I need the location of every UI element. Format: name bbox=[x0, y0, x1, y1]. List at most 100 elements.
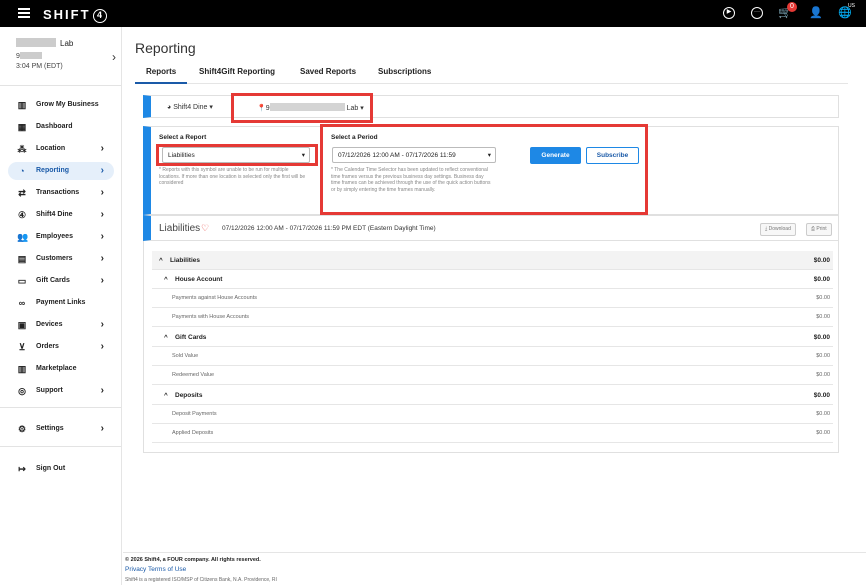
tab-divider bbox=[135, 83, 848, 84]
nav-support[interactable]: ◎ Support › bbox=[8, 382, 114, 400]
privacy-link[interactable]: Privacy bbox=[125, 566, 146, 573]
chevron-right-icon: › bbox=[100, 253, 104, 264]
tab-reports[interactable]: Reports bbox=[146, 67, 176, 76]
hamburger-menu-icon[interactable] bbox=[18, 8, 30, 18]
nav-settings[interactable]: ⚙ Settings › bbox=[8, 420, 114, 438]
table-row[interactable]: ^ Gift Cards $0.00 bbox=[152, 328, 833, 347]
store-time: 3:04 PM (EDT) bbox=[16, 63, 63, 70]
printer-icon: ⎙ bbox=[811, 226, 816, 232]
nav-customers[interactable]: ▤ Customers › bbox=[8, 250, 114, 268]
dine-icon: ④ bbox=[17, 210, 27, 220]
chevron-right-icon[interactable]: › bbox=[112, 50, 116, 64]
chat-icon[interactable]: ··· bbox=[751, 7, 763, 19]
print-button[interactable]: ⎙ Print bbox=[806, 223, 832, 236]
collapse-icon[interactable]: ^ bbox=[164, 392, 168, 399]
table-row[interactable]: ^ House Account $0.00 bbox=[152, 270, 833, 289]
registration-text: Shift4 is a registered ISO/MSP of Citize… bbox=[125, 577, 277, 583]
terms-link[interactable]: Terms of Use bbox=[148, 566, 186, 573]
copyright-text: © 2026 Shift4, a FOUR company. All right… bbox=[125, 557, 261, 563]
table-row[interactable]: ^ Liabilities $0.00 bbox=[152, 251, 833, 270]
dine-dropdown[interactable]: ◕ Shift4 Dine ▾ bbox=[167, 103, 213, 111]
table-row: Payments with House Accounts $0.00 bbox=[152, 308, 833, 327]
nav-grow-my-business[interactable]: ▥ Grow My Business bbox=[8, 96, 114, 114]
gift-card-icon: ▭ bbox=[17, 276, 27, 286]
nav-marketplace[interactable]: ▥ Marketplace bbox=[8, 360, 114, 378]
network-icon: ⁂ bbox=[17, 144, 27, 154]
devices-icon: ▣ bbox=[17, 320, 27, 330]
chevron-right-icon: › bbox=[100, 187, 104, 198]
result-date-range: 07/12/2026 12:00 AM - 07/17/2026 11:59 P… bbox=[222, 225, 436, 232]
top-bar: SHIFT 4 ▶ ··· 🛒 0 👤 🌐 US bbox=[0, 0, 866, 27]
select-report-label: Select a Report bbox=[159, 134, 207, 141]
report-note: * Reports with this symbol are unable to… bbox=[159, 167, 306, 186]
people-icon: 👥 bbox=[17, 232, 29, 242]
table-row: Payments against House Accounts $0.00 bbox=[152, 289, 833, 308]
play-icon[interactable]: ▶ bbox=[723, 7, 735, 19]
shift4-logo[interactable]: SHIFT 4 bbox=[43, 7, 107, 23]
chart-icon: ▥ bbox=[17, 100, 27, 110]
chevron-right-icon: › bbox=[100, 319, 104, 330]
divider bbox=[0, 446, 121, 447]
store-selector[interactable]: Lab 9 3:04 PM (EDT) › bbox=[16, 38, 116, 70]
chevron-right-icon: › bbox=[100, 165, 104, 176]
chevron-right-icon: › bbox=[100, 231, 104, 242]
nav-reporting[interactable]: ◔ Reporting › bbox=[8, 162, 114, 180]
table-row: Redeemed Value $0.00 bbox=[152, 366, 833, 385]
nav-orders[interactable]: ⊻ Orders › bbox=[8, 338, 114, 356]
chevron-right-icon: › bbox=[100, 275, 104, 286]
nav-employees[interactable]: 👥 Employees › bbox=[8, 228, 114, 246]
caret-down-icon: ▾ bbox=[209, 104, 213, 111]
download-button[interactable]: ⤓ Download bbox=[760, 223, 796, 236]
reporting-icon: ◔ bbox=[19, 166, 25, 176]
liabilities-table: ^ Liabilities $0.00 ^ House Account $0.00 Pa… bbox=[143, 241, 839, 453]
sidebar: Lab 9 3:04 PM (EDT) › ▥ Grow My Business … bbox=[0, 27, 122, 585]
nav-dashboard[interactable]: ▦ Dashboard bbox=[8, 118, 114, 136]
tab-shift4gift-reporting[interactable]: Shift4Gift Reporting bbox=[199, 67, 275, 76]
nav-devices[interactable]: ▣ Devices › bbox=[8, 316, 114, 334]
download-icon: ⤓ bbox=[765, 226, 768, 232]
nav-transactions[interactable]: ⇄ Transactions › bbox=[8, 184, 114, 202]
main-content: Reporting Reports Shift4Gift Reporting S… bbox=[123, 27, 866, 585]
result-title: Liabilities bbox=[159, 223, 201, 234]
favorite-heart-icon[interactable]: ♡ bbox=[201, 223, 209, 234]
grid-icon: ▦ bbox=[17, 122, 27, 132]
nav-gift-cards[interactable]: ▭ Gift Cards › bbox=[8, 272, 114, 290]
link-icon: ∞ bbox=[18, 298, 26, 308]
nav-location[interactable]: ⁂ Location › bbox=[8, 140, 114, 158]
collapse-icon[interactable]: ^ bbox=[164, 276, 168, 283]
pie-chart-icon: ◕ bbox=[167, 104, 172, 111]
highlight-location bbox=[231, 93, 373, 123]
collapse-icon[interactable]: ^ bbox=[159, 257, 163, 264]
table-row: Deposit Payments $0.00 bbox=[152, 405, 833, 424]
redacted-store-id bbox=[19, 52, 42, 59]
collapse-icon[interactable]: ^ bbox=[164, 334, 168, 341]
region-label: US bbox=[848, 3, 855, 9]
chevron-right-icon: › bbox=[100, 423, 104, 434]
active-tab-indicator bbox=[135, 82, 187, 84]
chevron-right-icon: › bbox=[100, 341, 104, 352]
chevron-right-icon: › bbox=[100, 209, 104, 220]
nav-shift4-dine[interactable]: ④ Shift4 Dine › bbox=[8, 206, 114, 224]
contact-card-icon: ▤ bbox=[17, 254, 27, 264]
store-name-suffix: Lab bbox=[60, 39, 74, 48]
nav-sign-out[interactable]: ↦ Sign Out bbox=[8, 460, 114, 478]
cart-badge: 0 bbox=[787, 2, 797, 12]
swap-icon: ⇄ bbox=[18, 188, 26, 198]
page-title: Reporting bbox=[135, 40, 196, 56]
table-row: Applied Deposits $0.00 bbox=[152, 424, 833, 443]
redacted-store-name bbox=[16, 38, 56, 47]
table-row[interactable]: ^ Deposits $0.00 bbox=[152, 386, 833, 405]
highlight-period bbox=[320, 124, 648, 215]
highlight-report bbox=[156, 144, 318, 166]
basket-icon: ⊻ bbox=[18, 342, 26, 352]
tab-subscriptions[interactable]: Subscriptions bbox=[378, 67, 431, 76]
tab-saved-reports[interactable]: Saved Reports bbox=[300, 67, 356, 76]
chevron-right-icon: › bbox=[100, 143, 104, 154]
signout-icon: ↦ bbox=[18, 464, 26, 474]
divider bbox=[0, 85, 121, 86]
divider bbox=[0, 407, 121, 408]
chevron-right-icon: › bbox=[100, 385, 104, 396]
result-header: Liabilities ♡ 07/12/2026 12:00 AM - 07/1… bbox=[143, 215, 839, 241]
user-icon[interactable]: 👤 bbox=[809, 7, 823, 19]
nav-payment-links[interactable]: ∞ Payment Links bbox=[8, 294, 114, 312]
